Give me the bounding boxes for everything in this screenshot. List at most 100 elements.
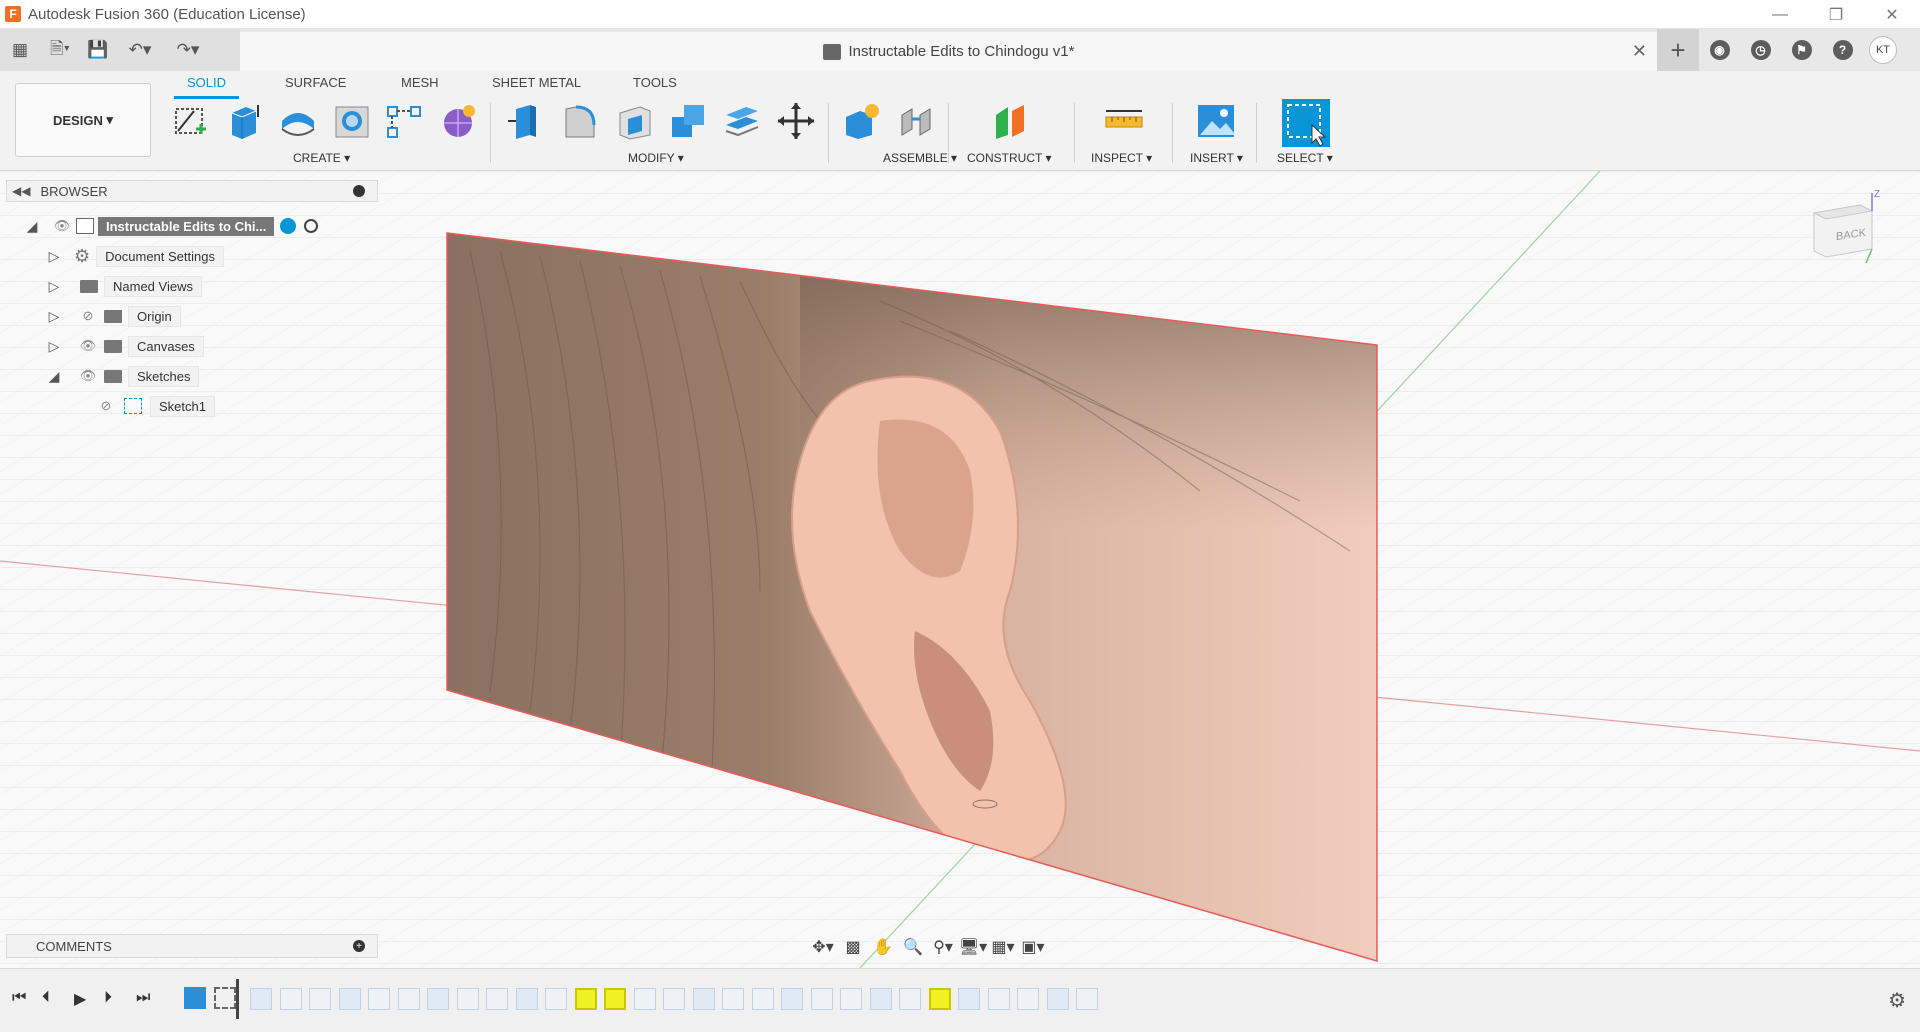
- close-tab-icon[interactable]: ✕: [1632, 41, 1647, 62]
- timeline-sketch-feature[interactable]: [214, 987, 236, 1009]
- revolve-icon[interactable]: [278, 101, 318, 141]
- tab-sheet-metal[interactable]: SHEET METAL: [492, 75, 581, 90]
- minimize-icon[interactable]: —: [1752, 0, 1808, 29]
- group-insert[interactable]: INSERT ▾: [1190, 151, 1243, 165]
- go-to-start-icon[interactable]: ⏮: [12, 989, 26, 1007]
- timeline-history-feature[interactable]: [456, 988, 479, 1010]
- create-sketch-icon[interactable]: [170, 101, 210, 141]
- redo-icon[interactable]: ↷▾: [164, 29, 212, 71]
- form-icon[interactable]: [438, 101, 478, 141]
- restore-icon[interactable]: ❐: [1808, 0, 1864, 29]
- new-component-icon[interactable]: [842, 101, 882, 141]
- timeline-history-feature[interactable]: [810, 988, 833, 1010]
- add-tab-icon[interactable]: +: [1657, 29, 1699, 71]
- combine-icon[interactable]: [668, 101, 708, 141]
- job-status-icon[interactable]: ◷: [1740, 29, 1781, 71]
- timeline-history-feature[interactable]: [692, 988, 715, 1010]
- zoom-icon[interactable]: 🔍: [898, 934, 928, 960]
- hidden-eye-icon[interactable]: ⊘: [78, 308, 98, 324]
- collapsed-triangle-icon[interactable]: ▷: [46, 338, 62, 355]
- timeline-history-feature[interactable]: [427, 988, 449, 1010]
- offset-plane-icon[interactable]: [990, 101, 1030, 141]
- sidebar-item-origin[interactable]: ▷ ⊘ Origin: [46, 305, 181, 327]
- select-icon[interactable]: [1282, 99, 1330, 147]
- timeline-history-feature[interactable]: [279, 988, 302, 1010]
- timeline-settings-gear-icon[interactable]: ⚙: [1888, 988, 1906, 1013]
- expanded-triangle-icon[interactable]: ◢: [46, 368, 62, 385]
- close-icon[interactable]: ✕: [1864, 0, 1920, 29]
- group-select[interactable]: SELECT ▾: [1277, 151, 1333, 165]
- group-assemble[interactable]: ASSEMBLE ▾: [883, 151, 957, 165]
- grid-settings-icon[interactable]: ▦▾: [988, 934, 1018, 960]
- orbit-icon[interactable]: ✥▾: [808, 934, 838, 960]
- display-settings-icon[interactable]: 🖥▾: [958, 934, 988, 960]
- comments-panel-header[interactable]: COMMENTS +: [6, 934, 378, 958]
- timeline-history-feature[interactable]: [781, 988, 803, 1010]
- fillet-icon[interactable]: [560, 101, 600, 141]
- sidebar-item-sketch1[interactable]: ⊘ Sketch1: [96, 395, 215, 417]
- extrude-icon[interactable]: [224, 101, 264, 141]
- visibility-eye-icon[interactable]: 👁: [78, 368, 98, 384]
- timeline-history-feature[interactable]: [338, 988, 361, 1010]
- tab-tools[interactable]: TOOLS: [633, 75, 677, 90]
- workspace-switcher[interactable]: DESIGN ▾: [15, 83, 151, 157]
- timeline-history-feature[interactable]: [987, 988, 1010, 1010]
- timeline-canvas-feature[interactable]: [184, 987, 206, 1009]
- add-comment-icon[interactable]: +: [353, 940, 365, 952]
- tab-surface[interactable]: SURFACE: [285, 75, 346, 90]
- joint-icon[interactable]: [896, 101, 936, 141]
- file-menu-icon[interactable]: 🗎▾: [40, 29, 80, 71]
- group-modify[interactable]: MODIFY ▾: [628, 151, 684, 165]
- save-icon[interactable]: 💾: [80, 29, 116, 71]
- timeline-history-feature[interactable]: [309, 988, 331, 1010]
- timeline-history-feature[interactable]: [486, 988, 508, 1010]
- timeline-history-feature[interactable]: [1076, 988, 1098, 1010]
- browser-panel-header[interactable]: ◀◀ BROWSER: [6, 180, 378, 202]
- sidebar-item-named-views[interactable]: ▷ Named Views: [46, 275, 202, 297]
- collapsed-triangle-icon[interactable]: ▷: [46, 248, 62, 265]
- collapsed-triangle-icon[interactable]: ▷: [46, 308, 62, 325]
- step-back-icon[interactable]: ⏴: [42, 989, 50, 1007]
- extensions-icon[interactable]: ◉: [1699, 29, 1740, 71]
- group-create[interactable]: CREATE ▾: [293, 151, 350, 165]
- timeline-history-feature[interactable]: [515, 988, 538, 1010]
- sidebar-item-sketches[interactable]: ◢ 👁 Sketches: [46, 365, 200, 387]
- 3d-viewport[interactable]: BACK Z: [0, 171, 1920, 968]
- browser-root-row[interactable]: ◢ 👁 Instructable Edits to Chi...: [24, 215, 319, 237]
- look-at-icon[interactable]: ▩: [838, 934, 868, 960]
- data-panel-grid-icon[interactable]: ▦: [0, 29, 40, 71]
- fit-icon[interactable]: ⚲▾: [928, 934, 958, 960]
- view-cube[interactable]: BACK Z: [1806, 189, 1886, 269]
- timeline-history-feature[interactable]: [899, 988, 921, 1010]
- timeline-history-feature[interactable]: [663, 988, 685, 1010]
- press-pull-icon[interactable]: [506, 101, 546, 141]
- timeline-history-feature[interactable]: [604, 988, 626, 1010]
- group-construct[interactable]: CONSTRUCT ▾: [967, 151, 1051, 165]
- timeline-history-feature[interactable]: [840, 988, 862, 1010]
- document-tab[interactable]: Instructable Edits to Chindogu v1* ✕: [240, 32, 1657, 71]
- move-icon[interactable]: [776, 101, 816, 141]
- timeline-history-feature[interactable]: [574, 988, 597, 1010]
- sidebar-item-document-settings[interactable]: ▷ ⚙ Document Settings: [46, 245, 224, 267]
- pan-hand-icon[interactable]: ✋: [868, 934, 898, 960]
- user-avatar[interactable]: KT: [1869, 36, 1897, 64]
- expanded-triangle-icon[interactable]: ◢: [24, 218, 40, 235]
- timeline-history-feature[interactable]: [958, 988, 980, 1010]
- timeline-history-feature[interactable]: [722, 988, 744, 1010]
- collapsed-triangle-icon[interactable]: ▷: [46, 278, 62, 295]
- collapse-panel-icon[interactable]: ◀◀: [12, 184, 30, 198]
- offset-face-icon[interactable]: [722, 101, 762, 141]
- timeline-marker[interactable]: [236, 979, 239, 1019]
- visibility-eye-icon[interactable]: 👁: [78, 338, 98, 354]
- undo-icon[interactable]: ↶▾: [116, 29, 164, 71]
- hidden-eye-icon[interactable]: ⊘: [96, 398, 116, 414]
- timeline-history-feature[interactable]: [633, 988, 656, 1010]
- timeline-history-feature[interactable]: [397, 988, 420, 1010]
- timeline-history-feature[interactable]: [1046, 988, 1069, 1010]
- timeline-history-feature[interactable]: [368, 988, 390, 1010]
- shell-icon[interactable]: [614, 101, 654, 141]
- measure-icon[interactable]: [1104, 101, 1144, 141]
- help-icon[interactable]: ?: [1822, 29, 1863, 71]
- tab-mesh[interactable]: MESH: [401, 75, 439, 90]
- timeline-history-feature[interactable]: [250, 988, 272, 1010]
